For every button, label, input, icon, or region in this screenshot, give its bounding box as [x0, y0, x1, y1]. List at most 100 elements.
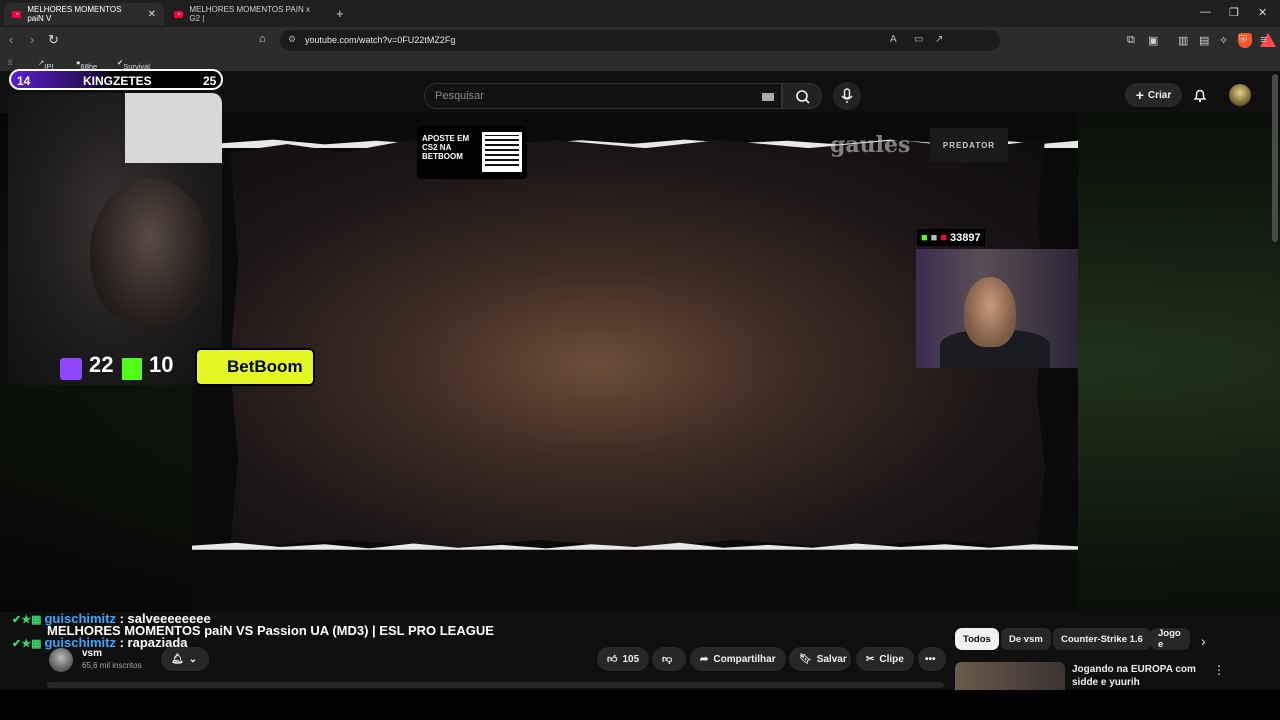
back-icon[interactable]: ‹ [9, 32, 13, 47]
chevron-right-icon[interactable]: › [1201, 633, 1206, 649]
streamer-background-light [125, 93, 222, 163]
predator-label: PREDATOR [942, 140, 996, 150]
vpn-icon[interactable]: ⛨ [1239, 34, 1247, 47]
search-input[interactable] [435, 90, 735, 102]
description-box[interactable] [47, 682, 944, 688]
page-scrollbar[interactable] [1272, 74, 1278, 242]
cast-icon[interactable]: ▭ [914, 34, 923, 45]
bookmark-survival-knife[interactable]: ✔ Survival Knife [117, 58, 150, 80]
save-label: Salvar [816, 653, 847, 665]
chat-badges-icon: ✔★▦ [12, 638, 42, 650]
channel-name[interactable]: vsm [82, 648, 102, 659]
more-vertical-icon[interactable]: ⋮ [1213, 663, 1225, 677]
save-button[interactable]: 🔖︎ Salvar [789, 647, 851, 671]
reader-icon[interactable]: ▣ [1148, 34, 1158, 47]
subscribe-notifications-button[interactable]: 🔔︎ ⌄ [161, 647, 209, 671]
share-button[interactable]: ➦ Compartilhar [690, 647, 786, 671]
voice-search-button[interactable] [833, 82, 861, 110]
related-video-thumbnail[interactable] [955, 662, 1065, 690]
betboom-promo: APOSTE EM CS2 NA BETBOOM [417, 126, 527, 179]
bell-icon: 🔔︎ [171, 653, 184, 665]
like-count: 105 [622, 653, 640, 665]
predator-logo: PREDATOR [930, 128, 1008, 162]
tab-bar: MELHORES MOMENTOS paiN V ✕ MELHORES MOME… [0, 0, 1280, 27]
create-button[interactable]: + Criar [1125, 83, 1182, 107]
scoreboard: 14 KINGZETES 25 [9, 69, 223, 90]
apps-icon[interactable]: ⁞⁞ [8, 58, 12, 67]
extensions-icon[interactable]: ⧉ [1127, 34, 1135, 47]
more-horizontal-icon: ••• [925, 653, 936, 665]
thumbs-up-icon: 👍︎ [607, 654, 618, 665]
chip-jogo[interactable]: Jogo e [1150, 628, 1190, 650]
share-label: Compartilhar [713, 653, 776, 665]
bottom-strip [0, 690, 1280, 720]
chip-label: Counter-Strike 1.6 [1061, 633, 1143, 645]
menu-icon[interactable]: ≡ [1260, 34, 1266, 46]
pip-person-face [964, 277, 1016, 347]
keyboard-icon[interactable] [762, 93, 774, 101]
share-icon[interactable]: ↗ [935, 34, 943, 45]
bookmark-ipi[interactable]: ↗ IPI [38, 58, 53, 71]
kick-icon [122, 358, 142, 380]
youtube-favicon-icon [12, 10, 22, 18]
leo-icon[interactable]: ✧ [1219, 34, 1228, 47]
search-box[interactable] [424, 83, 782, 109]
microphone-icon [841, 88, 853, 103]
close-tab-icon[interactable]: ✕ [148, 9, 156, 20]
url-field[interactable]: ⚙ youtube.com/watch?v=0FU22tMZ2Fg A ▭ ↗ [280, 30, 1276, 51]
dislike-button[interactable]: 👎︎ [652, 647, 686, 671]
search-icon [796, 90, 810, 104]
url-text[interactable]: youtube.com/watch?v=0FU22tMZ2Fg [305, 35, 455, 45]
pip-viewer-count: ■ ■ ■ 33897 [917, 229, 985, 246]
team-name: KINGZETES [83, 74, 152, 88]
account-avatar[interactable] [1229, 84, 1251, 106]
restore-icon[interactable]: ❐ [1229, 6, 1239, 19]
browser-tab-1[interactable]: MELHORES MOMENTOS paiN V ✕ [4, 3, 164, 25]
score-left: 14 [17, 74, 31, 88]
twitch-icon [60, 358, 82, 380]
site-info-icon[interactable]: ⚙ [288, 34, 296, 45]
new-tab-icon[interactable]: + [336, 6, 344, 21]
youtube-small-icon: ■ [940, 231, 947, 244]
chip-de-vsm[interactable]: De vsm [1001, 628, 1051, 650]
related-video-title[interactable]: Jogando na EUROPA com sidde e yuurih [1072, 663, 1212, 689]
score-right: 25 [203, 74, 217, 88]
close-window-icon[interactable]: ✕ [1258, 6, 1267, 19]
clip-label: Clipe [879, 653, 904, 665]
share-arrow-icon: ➦ [700, 653, 709, 665]
chip-counter-strike[interactable]: Counter-Strike 1.6 [1053, 628, 1151, 650]
wallet-icon[interactable]: ▤ [1199, 34, 1209, 47]
subscriber-count: 65,6 mil inscritos [82, 661, 142, 670]
kick-viewer-count: 10 [149, 352, 174, 377]
thumbs-down-icon: 👎︎ [662, 654, 673, 665]
create-label: Criar [1147, 89, 1172, 101]
streamer-head [90, 178, 210, 328]
browser-tab-2[interactable]: MELHORES MOMENTOS PAIN x G2 | [166, 3, 326, 25]
sidebar-icon[interactable]: ▥ [1178, 34, 1188, 47]
notifications-bell-icon[interactable] [1191, 86, 1209, 104]
kick-small-icon: ■ [921, 231, 928, 244]
translate-icon[interactable]: A [890, 34, 897, 45]
minimize-icon[interactable]: — [1200, 6, 1211, 18]
tab-title: MELHORES MOMENTOS PAIN x G2 | [189, 5, 310, 23]
clip-button[interactable]: ✂ Clipe [856, 647, 914, 671]
chip-todos[interactable]: Todos [955, 628, 999, 650]
channel-avatar[interactable] [49, 648, 73, 672]
search-button[interactable] [782, 83, 822, 109]
video-title: MELHORES MOMENTOS paiN VS Passion UA (MD… [47, 623, 494, 638]
youtube-favicon-icon [174, 10, 184, 18]
reload-icon[interactable]: ↻ [48, 32, 59, 48]
more-actions-button[interactable]: ••• [918, 647, 946, 671]
bookmark-icon: 🔖︎ [799, 653, 812, 665]
bookmark-68he[interactable]: ● 68he [76, 58, 97, 71]
address-bar-row: ‹ › ↻ ⌂ ⚙ youtube.com/watch?v=0FU22tMZ2F… [0, 27, 1280, 54]
twitch-small-icon: ■ [930, 231, 938, 244]
plus-icon: + [1135, 87, 1144, 103]
chip-label: Jogo e [1158, 628, 1181, 650]
chip-label: De vsm [1009, 633, 1043, 645]
like-button[interactable]: 👍︎ 105 [597, 647, 649, 671]
gaules-watermark: gaules [830, 132, 911, 158]
bookmark-page-icon[interactable]: ⌂ [259, 33, 266, 45]
forward-icon[interactable]: › [30, 32, 34, 47]
qr-code-icon [482, 132, 522, 172]
